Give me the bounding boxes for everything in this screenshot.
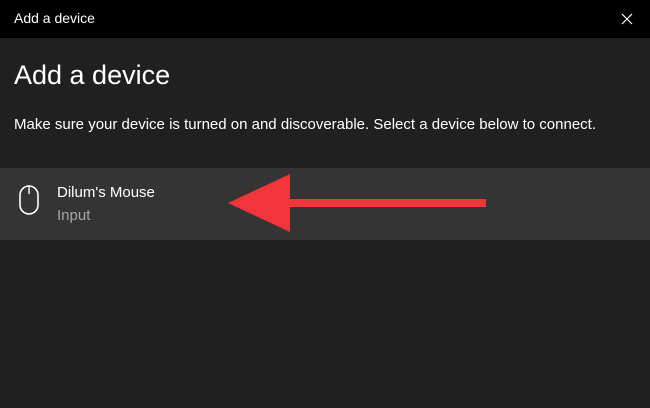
red-arrow-pointing-left-icon bbox=[228, 174, 486, 232]
mouse-icon bbox=[19, 185, 39, 215]
close-button[interactable] bbox=[604, 0, 650, 38]
close-icon bbox=[621, 13, 633, 25]
device-name: Dilum's Mouse bbox=[57, 184, 155, 201]
add-device-window: Add a device Add a device Make sure your… bbox=[0, 0, 650, 408]
instruction-text: Make sure your device is turned on and d… bbox=[14, 116, 596, 133]
title-bar: Add a device bbox=[0, 0, 650, 38]
page-heading: Add a device bbox=[14, 60, 171, 90]
window-title: Add a device bbox=[14, 10, 95, 26]
device-type: Input bbox=[57, 207, 91, 224]
